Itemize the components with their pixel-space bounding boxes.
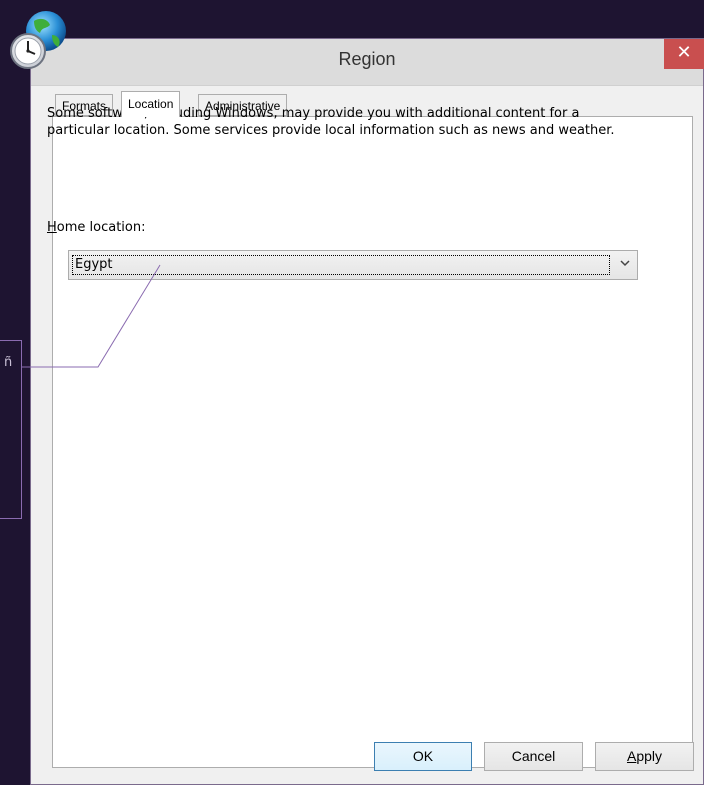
- home-location-value: Egypt: [72, 255, 610, 275]
- title-bar[interactable]: Region ✕: [31, 39, 704, 86]
- home-location-label: Home location:: [47, 220, 146, 235]
- apply-button[interactable]: Apply: [595, 742, 694, 771]
- ok-button[interactable]: OK: [374, 742, 472, 771]
- window-title: Region: [338, 49, 396, 69]
- location-panel: [52, 116, 693, 768]
- close-button[interactable]: ✕: [664, 39, 704, 69]
- cancel-button[interactable]: Cancel: [484, 742, 583, 771]
- close-icon: ✕: [676, 42, 692, 63]
- callout-glyph: ñ: [4, 355, 13, 370]
- apply-mnemonic: A: [626, 748, 637, 764]
- chevron-down-icon[interactable]: [619, 257, 631, 272]
- home-location-label-text: ome location:: [56, 220, 146, 235]
- home-location-mnemonic: H: [47, 220, 57, 235]
- tab-location[interactable]: Location: [121, 91, 181, 117]
- region-dialog: Region ✕ Formats Location Administrative…: [30, 38, 704, 785]
- home-location-select[interactable]: Egypt: [68, 250, 638, 280]
- globe-clock-icon: [6, 7, 68, 73]
- apply-label-text: pply: [636, 748, 663, 764]
